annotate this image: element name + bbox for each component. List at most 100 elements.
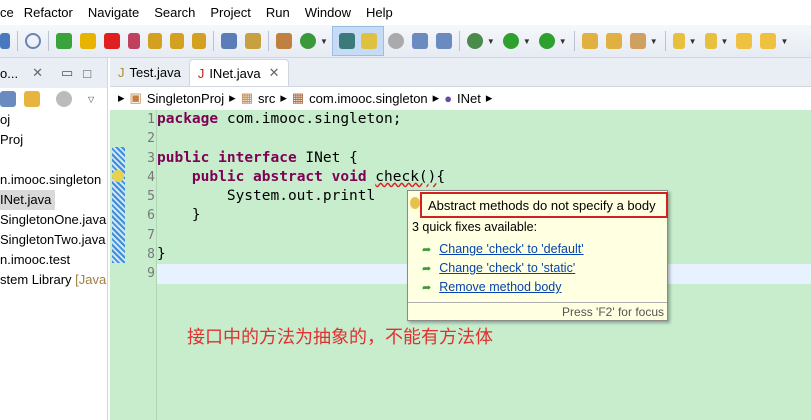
line-number: 9 [147,266,155,282]
breadcrumb-interface[interactable]: INet [457,91,481,106]
line-number: 6 [147,208,155,224]
view-menu-icon[interactable]: ▽ [88,95,94,104]
suspend-icon[interactable] [80,33,96,49]
tree-item[interactable]: stem Library [Java [0,270,107,290]
tree-item[interactable] [0,150,107,170]
console-icon[interactable] [0,33,10,49]
mark-occurrences-icon[interactable] [360,33,377,49]
tree-item[interactable]: SingletonOne.java [0,210,107,230]
previous-annotation-icon[interactable] [704,33,717,49]
next-annotation-icon[interactable] [672,33,685,49]
separator [17,31,18,51]
close-icon[interactable]: ✕ [269,65,280,81]
run-icon[interactable] [502,33,519,49]
tree-item[interactable]: n.imooc.test [0,250,107,270]
collapse-all-icon[interactable] [0,91,16,107]
quick-fix-item[interactable]: ➦ Change 'check' to 'static' [422,261,575,275]
tree-item[interactable]: oj [0,110,107,130]
package-explorer-tab[interactable]: o... [0,66,18,81]
chevron-down-icon[interactable]: ▼ [780,37,788,46]
keyword: interface [218,149,297,166]
chevron-down-icon[interactable]: ▼ [523,37,531,46]
close-icon[interactable]: ✕ [32,65,43,81]
step-over-icon[interactable] [170,33,184,49]
menu-project[interactable]: Project [210,5,250,20]
minimize-icon[interactable]: ▭ [61,65,73,81]
menu-refactor[interactable]: Refactor [24,5,73,20]
new-package-icon[interactable] [276,33,292,49]
separator [458,31,460,51]
quick-fix-item[interactable]: ➦ Change 'check' to 'default' [422,242,584,256]
use-step-filters-icon[interactable] [245,33,261,49]
menu-navigate[interactable]: Navigate [88,5,139,20]
quick-fix-link[interactable]: Remove method body [439,280,561,294]
separator [213,31,214,51]
focus-icon[interactable] [56,91,72,107]
back-icon[interactable] [760,33,777,49]
disconnect-icon[interactable] [128,33,140,49]
chevron-down-icon[interactable]: ▼ [689,37,697,46]
block-selection-icon[interactable] [387,33,404,49]
error-squiggle[interactable]: check() [375,169,436,185]
chevron-down-icon[interactable]: ▼ [721,37,729,46]
debug-icon[interactable] [466,33,483,49]
project-icon: ▣ [129,90,142,105]
resume-icon[interactable] [56,33,72,49]
annotation-text: 接口中的方法为抽象的，不能有方法体 [187,327,493,348]
chevron-right-icon: ▸ [229,90,236,105]
tree-item[interactable]: Proj [0,130,107,150]
code-line: public interface INet { [157,149,811,168]
quick-fix-item[interactable]: ➦ Remove method body [422,280,562,294]
menu-window[interactable]: Window [305,5,351,20]
chevron-down-icon[interactable]: ▼ [487,37,495,46]
code-line: public abstract void check(){ [157,168,811,187]
show-whitespace-icon[interactable] [411,33,428,49]
open-folder-icon[interactable] [581,33,598,49]
tree-item-selected[interactable]: INet.java [0,190,107,210]
maximize-icon[interactable]: □ [83,66,91,81]
link-with-editor-icon[interactable] [24,91,40,107]
skip-breakpoints-icon[interactable] [25,33,41,49]
search-tool-icon[interactable] [629,33,646,49]
breadcrumb-project[interactable]: SingletonProj [147,91,224,106]
drop-to-frame-icon[interactable] [221,33,237,49]
breadcrumb-src[interactable]: src [258,91,275,106]
java-file-icon: J [118,65,125,80]
chevron-down-icon[interactable]: ▼ [559,37,567,46]
menu-search[interactable]: Search [154,5,195,20]
open-type-icon[interactable] [338,33,355,49]
line-number: 1 [147,112,155,127]
step-into-icon[interactable] [148,33,162,49]
chevron-down-icon[interactable]: ▼ [320,37,328,46]
toggle-group [331,26,384,56]
tree-item[interactable]: SingletonTwo.java [0,230,107,250]
external-tools-icon[interactable] [538,33,555,49]
chevron-down-icon[interactable]: ▼ [650,37,658,46]
breadcrumb-package[interactable]: com.imooc.singleton [309,91,428,106]
tab-inet-java[interactable]: J INet.java ✕ [188,59,289,86]
error-message: Abstract methods do not specify a body [420,192,668,218]
tree-item[interactable]: n.imooc.singleton [0,170,107,190]
menu-help[interactable]: Help [366,5,393,20]
package-explorer-header: o... ✕ ▭ □ [0,58,107,88]
terminate-icon[interactable] [104,33,120,49]
separator [48,31,49,51]
quick-fix-link[interactable]: Change 'check' to 'static' [439,261,575,275]
error-lightbulb-icon[interactable] [112,170,124,182]
menu-run[interactable]: Run [266,5,290,20]
tree-item-decoration: [Java [75,272,107,287]
package-icon: ▦ [291,90,305,105]
open-task-icon[interactable] [605,33,622,49]
menu-source[interactable]: ce [0,5,14,20]
quick-fix-link[interactable]: Change 'check' to 'default' [439,242,583,256]
keyword: abstract [253,168,323,185]
pilcrow-icon[interactable] [435,33,452,49]
tab-test-java[interactable]: J Test.java [110,59,189,86]
tree-item-label: INet.java [0,190,56,210]
last-edit-icon[interactable] [736,33,753,49]
line-number: 4 [147,169,155,185]
new-class-icon[interactable] [300,33,316,49]
popup-footer: Press 'F2' for focus [408,302,667,320]
step-return-icon[interactable] [192,33,206,49]
